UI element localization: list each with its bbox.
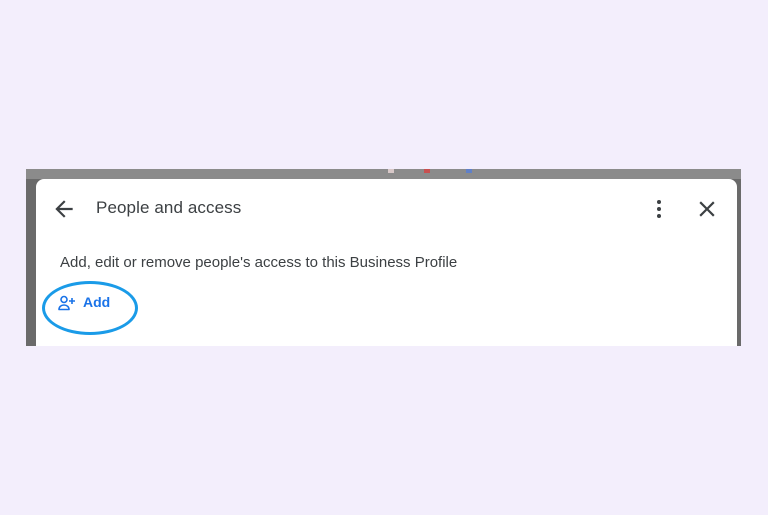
more-vert-icon — [657, 200, 661, 218]
add-button-label: Add — [83, 294, 111, 310]
close-icon — [699, 201, 715, 217]
background-mark — [388, 169, 394, 173]
back-button[interactable] — [51, 196, 77, 222]
dialog-title: People and access — [96, 198, 242, 217]
close-button[interactable] — [694, 196, 720, 222]
more-options-button[interactable] — [647, 196, 671, 222]
dialog-description: Add, edit or remove people's access to t… — [60, 254, 458, 271]
arrow-left-icon — [55, 200, 73, 218]
background-mark — [424, 169, 430, 173]
person-add-icon — [58, 295, 75, 311]
add-person-button[interactable]: Add — [56, 288, 146, 318]
background-app-strip — [26, 169, 741, 179]
screenshot-frame: People and access Add, edit or remove pe… — [26, 169, 741, 346]
background-mark — [466, 169, 472, 173]
people-and-access-dialog: People and access Add, edit or remove pe… — [36, 179, 737, 346]
